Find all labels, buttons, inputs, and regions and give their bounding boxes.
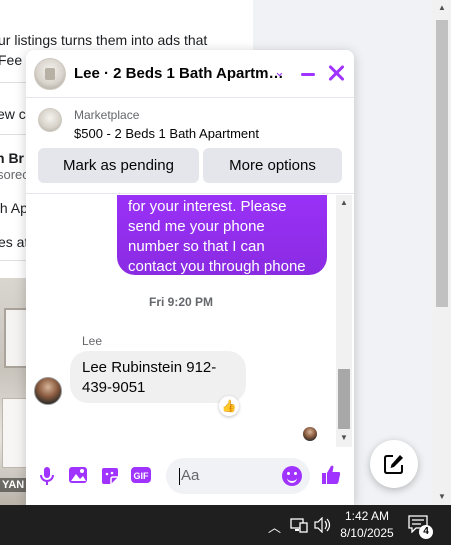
- mic-icon[interactable]: [36, 466, 58, 488]
- bg-listing-title[interactable]: n Br: [0, 150, 24, 166]
- new-message-button[interactable]: [370, 440, 418, 488]
- mark-as-pending-button[interactable]: Mark as pending: [38, 148, 199, 183]
- minimize-icon[interactable]: [301, 73, 315, 76]
- speaker-icon[interactable]: [314, 516, 332, 536]
- bg-text-line: ur listings turns them into ads that: [0, 32, 208, 48]
- gif-icon[interactable]: GIF: [130, 466, 152, 488]
- bg-text-line: es at: [0, 234, 29, 250]
- like-icon[interactable]: [320, 464, 342, 492]
- text-caret: [179, 468, 180, 485]
- chevron-down-icon[interactable]: ▼: [340, 433, 348, 442]
- incoming-message: Lee Rubinstein 912- 439-9051: [70, 351, 246, 403]
- bg-text-line: th Ap: [0, 200, 28, 216]
- sticker-icon[interactable]: [99, 466, 121, 488]
- compose-icon: [384, 455, 403, 474]
- marketplace-label: Marketplace: [74, 108, 140, 122]
- message-line: Lee Rubinstein 912-: [82, 359, 217, 376]
- listing-title[interactable]: $500 - 2 Beds 1 Bath Apartment: [74, 126, 259, 141]
- chevron-up-icon[interactable]: ▲: [340, 198, 348, 207]
- message-line: number so that I can: [128, 238, 265, 255]
- scroll-up-icon[interactable]: ▲: [438, 3, 446, 12]
- clock-date: 8/10/2025: [340, 526, 394, 540]
- chat-header: Lee · 2 Beds 1 Bath Apartm… ⌄: [26, 50, 354, 98]
- network-icon[interactable]: [290, 517, 308, 536]
- seen-receipt-avatar: [303, 427, 317, 441]
- page-scrollbar[interactable]: ▲ ▼: [433, 0, 451, 505]
- chat-title[interactable]: Lee · 2 Beds 1 Bath Apartm…: [74, 65, 284, 82]
- bg-text-line: ew c: [0, 106, 26, 122]
- marketplace-listing-panel: Marketplace $500 - 2 Beds 1 Bath Apartme…: [26, 98, 354, 194]
- scroll-down-icon[interactable]: ▼: [438, 492, 446, 501]
- chat-scrollbar[interactable]: ▲ ▼: [336, 195, 352, 447]
- taskbar-clock[interactable]: 1:42 AM 8/10/2025: [338, 508, 396, 542]
- message-composer: GIF Aa: [26, 450, 354, 505]
- emoji-icon[interactable]: [282, 466, 302, 486]
- notification-count-badge: 4: [419, 525, 433, 539]
- chat-window: Lee · 2 Beds 1 Bath Apartm… ⌄ Marketplac…: [26, 50, 354, 505]
- chevron-up-icon[interactable]: ︿: [268, 517, 281, 536]
- close-icon[interactable]: [326, 63, 346, 83]
- outgoing-message: for your interest. Please send me your p…: [117, 195, 327, 275]
- svg-text:GIF: GIF: [134, 471, 150, 481]
- more-options-button[interactable]: More options: [203, 148, 342, 183]
- clock-time: 1:42 AM: [344, 509, 390, 523]
- chat-scrollbar-thumb[interactable]: [338, 369, 350, 429]
- thumbs-up-reaction-icon[interactable]: 👍: [219, 396, 239, 416]
- sender-name: Lee: [82, 334, 103, 348]
- bg-text-line: sorec: [0, 167, 29, 182]
- message-line: 439-9051: [82, 379, 146, 396]
- message-input-placeholder: Aa: [181, 467, 200, 484]
- chevron-down-icon[interactable]: ⌄: [274, 64, 285, 80]
- message-timestamp: Fri 9:20 PM: [148, 295, 214, 309]
- message-list: for your interest. Please send me your p…: [26, 195, 354, 447]
- conversation-avatar[interactable]: [34, 58, 66, 90]
- message-line: send me your phone: [128, 218, 265, 235]
- bg-text-line: Fee: [0, 52, 23, 68]
- sender-avatar[interactable]: [34, 377, 62, 405]
- taskbar: ︿ 1:42 AM 8/10/2025 4: [0, 505, 451, 545]
- message-line: contact you through phone: [128, 258, 306, 275]
- scrollbar-thumb[interactable]: [436, 20, 448, 307]
- message-line: for your interest. Please: [128, 198, 287, 215]
- photo-icon[interactable]: [67, 466, 89, 488]
- listing-thumbnail[interactable]: [38, 108, 62, 132]
